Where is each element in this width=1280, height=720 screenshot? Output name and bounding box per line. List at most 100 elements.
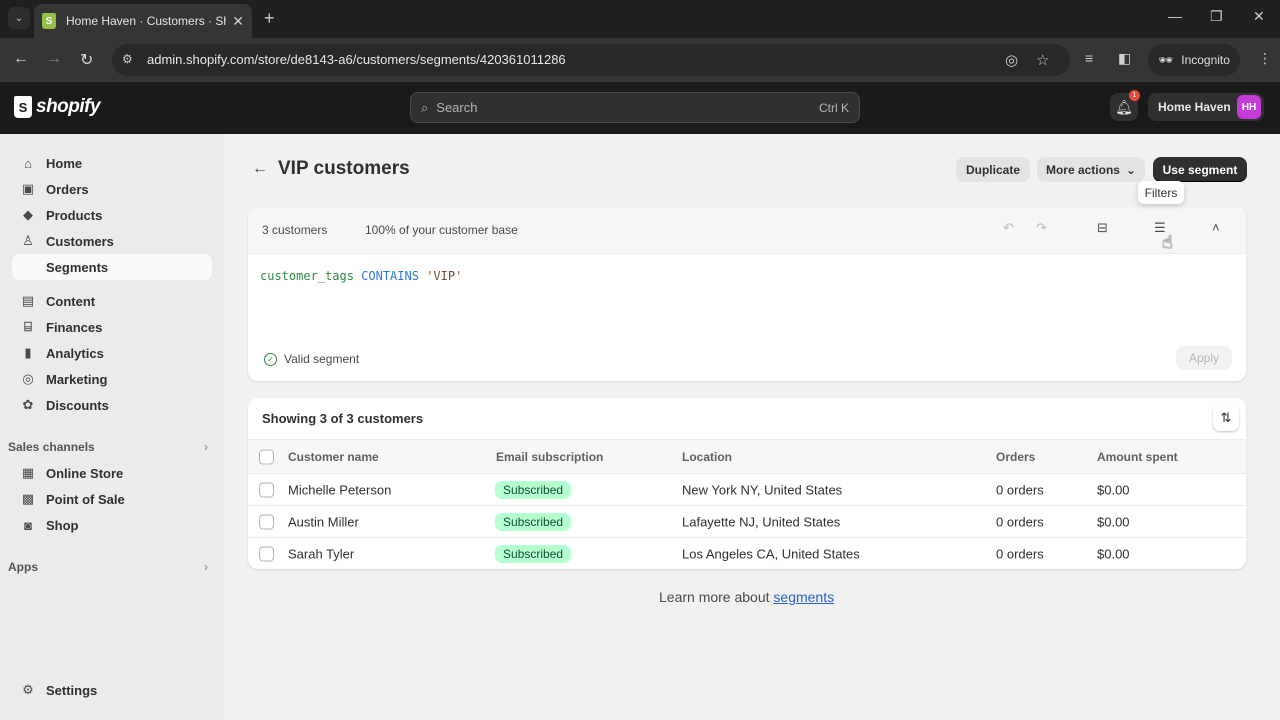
sidebar-item-label: Settings bbox=[46, 682, 98, 698]
table-row[interactable]: Austin Miller Subscribed Lafayette NJ, U… bbox=[248, 506, 1246, 538]
column-header[interactable]: Amount spent bbox=[1097, 450, 1178, 464]
home-icon: ⌂ bbox=[24, 155, 32, 171]
target-icon: ◎ bbox=[22, 371, 34, 386]
forward-icon[interactable]: → bbox=[46, 50, 62, 68]
row-checkbox[interactable] bbox=[259, 482, 274, 497]
customer-amount-spent: $0.00 bbox=[1097, 514, 1130, 529]
sidebar-item-analytics[interactable]: ▮ Analytics bbox=[12, 340, 212, 366]
sidebar-item-label: Shop bbox=[46, 517, 79, 533]
search-shortcut: Ctrl K bbox=[819, 100, 849, 115]
templates-icon[interactable]: ⊟ bbox=[1097, 220, 1108, 236]
customer-location: Lafayette NJ, United States bbox=[682, 514, 841, 529]
notifications-button[interactable]: 🔔︎ 1 bbox=[1110, 90, 1140, 121]
segment-query-editor[interactable]: customer_tags CONTAINS 'VIP' bbox=[260, 269, 462, 283]
sidebar-item-label: Marketing bbox=[46, 371, 108, 387]
side-panel-icon[interactable]: ◧ bbox=[1118, 50, 1131, 67]
store-name: Home Haven bbox=[1158, 100, 1231, 114]
customers-table-card: Showing 3 of 3 customers ⇅ Customer name… bbox=[248, 398, 1246, 569]
incognito-badge[interactable]: 🕶 Incognito bbox=[1148, 44, 1240, 76]
person-icon: ♙ bbox=[22, 233, 34, 248]
use-segment-button[interactable]: Use segment bbox=[1153, 157, 1247, 182]
sidebar-item-products[interactable]: ◆ Products bbox=[12, 202, 212, 228]
segments-link[interactable]: segments bbox=[773, 589, 834, 605]
search-input[interactable]: ⌕ Search Ctrl K bbox=[410, 92, 860, 123]
reload-icon[interactable]: ↻ bbox=[80, 50, 93, 70]
sidebar-item-orders[interactable]: ▣ Orders bbox=[12, 176, 212, 202]
sort-button[interactable]: ⇅ bbox=[1213, 405, 1239, 431]
apply-button[interactable]: Apply bbox=[1176, 346, 1232, 370]
close-window-icon[interactable]: ✕ bbox=[1253, 8, 1265, 25]
undo-icon[interactable]: ↶ bbox=[1003, 220, 1014, 236]
query-value: 'VIP' bbox=[426, 269, 463, 283]
sidebar-item-customers[interactable]: ♙ Customers bbox=[12, 228, 212, 254]
duplicate-button[interactable]: Duplicate bbox=[956, 157, 1030, 182]
sales-channels-header[interactable]: Sales channels › bbox=[8, 440, 208, 454]
sidebar-item-online-store[interactable]: ▦ Online Store bbox=[12, 460, 212, 486]
chevron-right-icon: › bbox=[204, 560, 208, 574]
store-menu-button[interactable]: Home Haven HH bbox=[1148, 93, 1264, 121]
star-icon[interactable]: ☆ bbox=[1036, 51, 1049, 69]
sidebar-item-finances[interactable]: ⌸ Finances bbox=[12, 314, 212, 340]
avatar: HH bbox=[1237, 95, 1261, 119]
segment-editor-card: 3 customers 100% of your customer base ↶… bbox=[248, 207, 1246, 381]
customer-name[interactable]: Michelle Peterson bbox=[288, 482, 391, 497]
tab-list-button[interactable]: ⌄ bbox=[8, 7, 30, 29]
sidebar-item-discounts[interactable]: ✿ Discounts bbox=[12, 392, 212, 418]
close-tab-icon[interactable]: ✕ bbox=[232, 13, 244, 30]
select-all-checkbox[interactable] bbox=[259, 449, 274, 464]
table-row[interactable]: Michelle Peterson Subscribed New York NY… bbox=[248, 474, 1246, 506]
sidebar-item-marketing[interactable]: ◎ Marketing bbox=[12, 366, 212, 392]
sidebar-item-content[interactable]: ▤ Content bbox=[12, 288, 212, 314]
column-header[interactable]: Customer name bbox=[288, 450, 379, 464]
site-info-icon[interactable]: ⚙ bbox=[122, 52, 133, 66]
customer-location: Los Angeles CA, United States bbox=[682, 546, 860, 562]
browser-tab[interactable]: S Home Haven · Customers · Shopify ✕ bbox=[34, 4, 252, 38]
sidebar-item-label: Orders bbox=[46, 181, 89, 197]
sidebar-item-settings[interactable]: ⚙ Settings bbox=[12, 677, 212, 703]
tag-icon: ◆ bbox=[23, 207, 33, 222]
restore-icon[interactable]: ❐ bbox=[1210, 8, 1223, 25]
minimize-icon[interactable]: — bbox=[1168, 8, 1182, 24]
table-header: Customer name Email subscription Locatio… bbox=[248, 439, 1246, 474]
subscription-badge: Subscribed bbox=[495, 545, 572, 563]
sidebar-item-home[interactable]: ⌂ Home bbox=[12, 150, 212, 176]
shopify-logo[interactable]: S shopify bbox=[14, 96, 101, 118]
chevron-up-icon[interactable]: ˄ bbox=[1212, 220, 1220, 235]
back-icon[interactable]: ← bbox=[13, 50, 29, 68]
sidebar-item-label: Content bbox=[46, 293, 96, 309]
more-actions-button[interactable]: More actions ⌄ bbox=[1037, 157, 1145, 182]
apps-header[interactable]: Apps › bbox=[8, 560, 208, 574]
sidebar-item-shop[interactable]: ◙ Shop bbox=[12, 512, 212, 538]
sidebar-item-label: Finances bbox=[46, 319, 103, 335]
back-arrow-icon[interactable]: ← bbox=[252, 160, 268, 178]
sidebar-item-segments[interactable]: Segments bbox=[12, 254, 212, 280]
column-header[interactable]: Orders bbox=[996, 450, 1035, 464]
address-bar[interactable]: ⚙ admin.shopify.com/store/de8143-a6/cust… bbox=[112, 44, 1070, 76]
url-text[interactable]: admin.shopify.com/store/de8143-a6/custom… bbox=[147, 52, 566, 67]
incognito-label: Incognito bbox=[1181, 53, 1230, 67]
customer-amount-spent: $0.00 bbox=[1097, 482, 1130, 497]
media-icon[interactable]: ≡ bbox=[1085, 50, 1093, 66]
chevron-right-icon: › bbox=[204, 440, 208, 454]
status-text: Valid segment bbox=[284, 352, 360, 366]
column-header[interactable]: Location bbox=[682, 450, 732, 464]
eye-off-icon[interactable]: ◎ bbox=[1005, 51, 1018, 69]
chevron-down-icon: ⌄ bbox=[1125, 162, 1137, 177]
customer-name[interactable]: Austin Miller bbox=[288, 514, 359, 529]
new-tab-button[interactable]: + bbox=[264, 8, 275, 29]
sidebar-item-point-of-sale[interactable]: ▩ Point of Sale bbox=[12, 486, 212, 512]
hand-cursor-icon: ☝ bbox=[1162, 232, 1173, 252]
column-header[interactable]: Email subscription bbox=[496, 450, 603, 464]
sidebar-item-label: Discounts bbox=[46, 397, 109, 413]
row-checkbox[interactable] bbox=[259, 546, 274, 562]
row-checkbox[interactable] bbox=[259, 514, 274, 529]
customer-name[interactable]: Sarah Tyler bbox=[288, 547, 354, 562]
more-actions-label: More actions bbox=[1045, 162, 1120, 177]
pos-icon: ▩ bbox=[21, 491, 35, 506]
kebab-menu-icon[interactable]: ⋮ bbox=[1258, 50, 1272, 67]
customer-count: 3 customers bbox=[262, 223, 328, 237]
page-title: VIP customers bbox=[278, 158, 410, 179]
redo-icon[interactable]: ↷ bbox=[1036, 220, 1047, 236]
logo-text: shopify bbox=[36, 96, 101, 117]
table-row[interactable]: Sarah Tyler Subscribed Los Angeles CA, U… bbox=[248, 538, 1246, 569]
